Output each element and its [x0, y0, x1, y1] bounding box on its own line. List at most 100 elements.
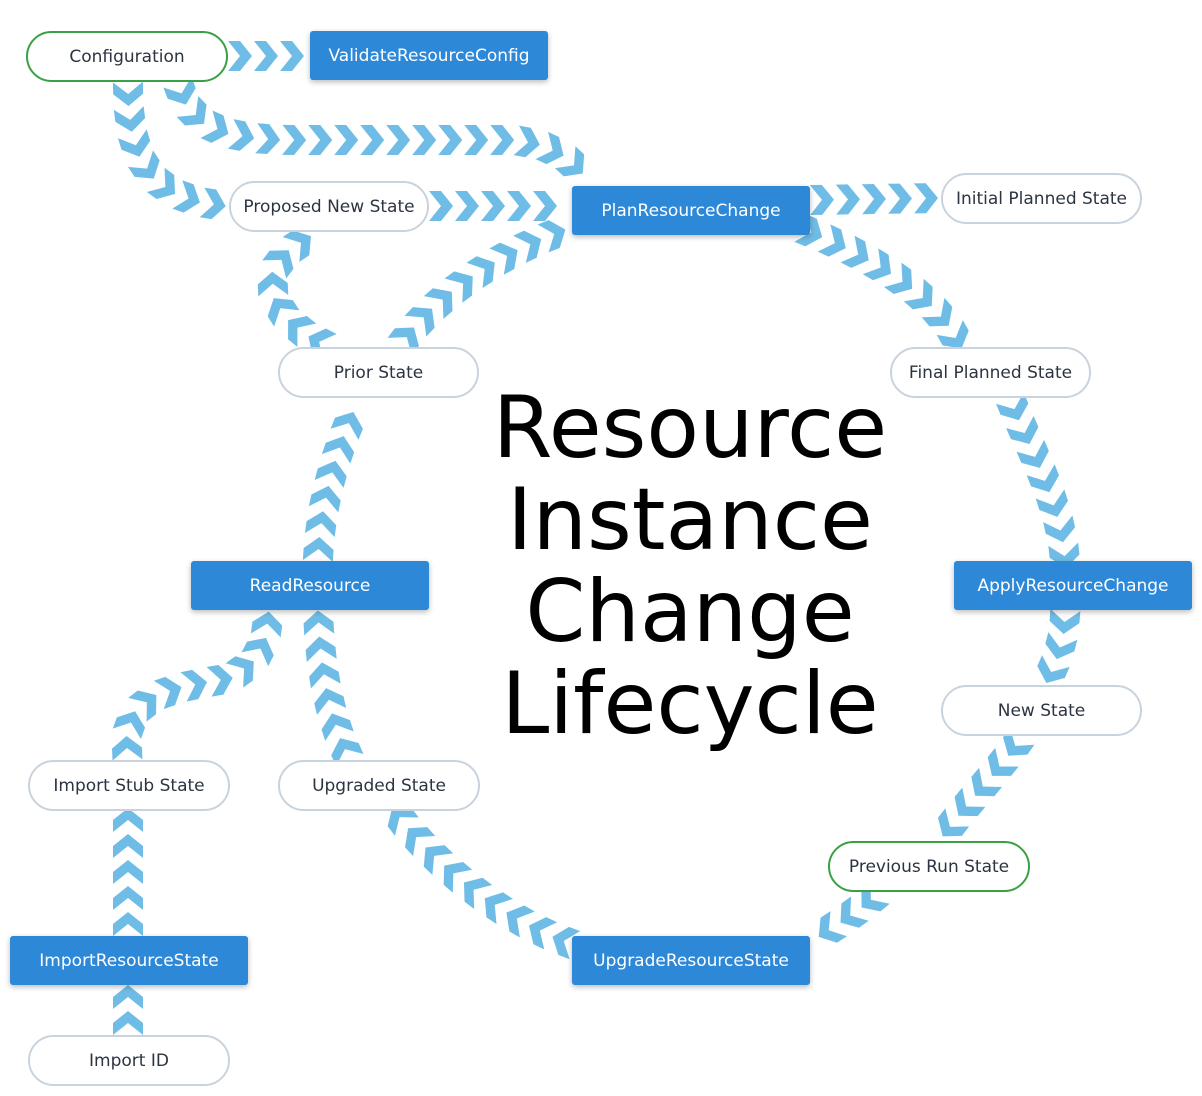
node-initial-planned-state: Initial Planned State — [941, 173, 1142, 224]
chevron-arrow-icon — [535, 131, 564, 165]
edge-upgrade-resource-state-to-upgraded-state — [387, 807, 581, 960]
chevron-arrow-icon — [200, 110, 229, 143]
edge-import-id-to-import-resource-state — [113, 985, 143, 1035]
chevron-arrow-icon — [112, 81, 144, 106]
chevron-arrow-icon — [282, 124, 307, 155]
node-new-state: New State — [941, 685, 1142, 736]
chevron-arrow-icon — [113, 985, 143, 1009]
node-plan-resource-change: PlanResourceChange — [572, 186, 810, 235]
title-line-2: Instance — [507, 470, 873, 570]
chevron-arrow-icon — [840, 235, 869, 268]
chevron-arrow-icon — [113, 834, 143, 858]
chevron-arrow-icon — [862, 248, 892, 281]
node-import-stub-state: Import Stub State — [28, 760, 230, 811]
node-label: Import ID — [89, 1050, 169, 1071]
chevron-arrow-icon — [250, 611, 283, 638]
node-label: Configuration — [69, 46, 185, 67]
node-label: ValidateResourceConfig — [328, 45, 530, 66]
chevron-arrow-icon — [172, 180, 200, 213]
chevron-arrow-icon — [206, 665, 233, 697]
node-label: Initial Planned State — [955, 188, 1128, 209]
chevron-arrow-icon — [309, 662, 341, 689]
chevron-arrow-icon — [314, 688, 347, 715]
edge-prior-state-to-plan-resource-change — [387, 220, 566, 356]
chevron-arrow-icon — [113, 1011, 143, 1035]
title-line-3: Change — [525, 562, 855, 662]
chevron-arrow-icon — [1026, 464, 1059, 493]
node-import-resource-state: ImportResourceState — [10, 936, 248, 985]
chevron-arrow-icon — [513, 125, 540, 158]
edge-upgraded-state-to-read-resource — [303, 610, 364, 767]
chevron-arrow-icon — [913, 183, 938, 214]
chevron-arrow-icon — [412, 125, 437, 155]
chevron-arrow-icon — [809, 184, 834, 215]
edge-import-resource-state-to-import-stub-state — [113, 808, 143, 936]
chevron-arrow-icon — [537, 220, 566, 253]
chevron-arrow-icon — [153, 676, 182, 710]
chevron-arrow-icon — [321, 713, 354, 741]
chevron-arrow-icon — [464, 125, 489, 155]
node-label: UpgradeResourceState — [593, 950, 789, 971]
node-proposed-new-state: Proposed New State — [229, 181, 429, 232]
node-configuration: Configuration — [26, 31, 228, 82]
node-label: Previous Run State — [848, 856, 1010, 877]
chevron-arrow-icon — [528, 917, 558, 950]
chevron-arrow-icon — [489, 242, 518, 275]
chevron-arrow-icon — [308, 485, 341, 513]
chevron-arrow-icon — [438, 125, 463, 155]
edge-plan-resource-change-to-final-planned-state — [794, 214, 969, 349]
chevron-arrow-icon — [506, 905, 535, 938]
node-label: ApplyResourceChange — [977, 575, 1169, 596]
chevron-arrow-icon — [481, 191, 505, 221]
chevron-arrow-icon — [305, 636, 337, 662]
edge-new-state-to-previous-run-state — [938, 727, 1035, 837]
edge-configuration-to-validate-resource-config — [228, 41, 304, 71]
node-upgrade-resource-state: UpgradeResourceState — [572, 936, 810, 985]
chevron-arrow-icon — [280, 41, 304, 71]
node-prior-state: Prior State — [278, 347, 479, 398]
chevron-arrow-icon — [113, 912, 143, 936]
node-label: Prior State — [333, 362, 424, 383]
chevron-arrow-icon — [228, 41, 252, 71]
node-apply-resource-change: ApplyResourceChange — [954, 561, 1192, 610]
chevron-arrow-icon — [308, 125, 333, 155]
chevron-arrow-icon — [227, 119, 255, 151]
node-label: ReadResource — [249, 575, 371, 596]
chevron-arrow-icon — [1049, 608, 1081, 634]
chevron-arrow-icon — [1043, 515, 1076, 543]
chevron-arrow-icon — [113, 860, 143, 884]
title-line-4: Lifecycle — [501, 654, 879, 754]
chevron-arrow-icon — [513, 230, 542, 263]
node-read-resource: ReadResource — [191, 561, 429, 610]
chevron-arrow-icon — [507, 191, 531, 221]
node-label: Final Planned State — [908, 362, 1073, 383]
edge-read-resource-to-prior-state — [302, 411, 363, 562]
chevron-arrow-icon — [533, 191, 557, 221]
chevron-arrow-icon — [817, 224, 846, 257]
chevron-arrow-icon — [112, 736, 143, 761]
edge-configuration-to-proposed-new-state — [112, 81, 226, 220]
chevron-arrow-icon — [314, 460, 347, 488]
chevron-arrow-icon — [257, 271, 289, 297]
chevron-arrow-icon — [302, 537, 334, 562]
chevron-arrow-icon — [1006, 416, 1039, 445]
edge-prior-state-to-proposed-new-state — [257, 230, 337, 361]
chevron-arrow-icon — [330, 411, 363, 440]
diagram-title: Resource Instance Change Lifecycle — [470, 382, 910, 750]
chevron-arrow-icon — [127, 150, 160, 179]
chevron-arrow-icon — [360, 125, 385, 155]
chevron-arrow-icon — [113, 106, 146, 132]
chevron-arrow-icon — [113, 808, 143, 832]
chevron-arrow-icon — [1035, 489, 1068, 517]
chevron-arrow-icon — [225, 656, 254, 688]
node-upgraded-state: Upgraded State — [278, 760, 480, 811]
edge-final-planned-state-to-apply-resource-change — [996, 392, 1080, 569]
chevron-arrow-icon — [254, 41, 278, 71]
chevron-arrow-icon — [117, 129, 151, 157]
title-line-1: Resource — [492, 378, 888, 478]
chevron-arrow-icon — [199, 187, 226, 220]
chevron-arrow-icon — [887, 183, 912, 214]
chevron-arrow-icon — [861, 184, 886, 215]
edge-configuration-to-plan-resource-change — [163, 76, 585, 177]
node-label: PlanResourceChange — [601, 200, 781, 221]
